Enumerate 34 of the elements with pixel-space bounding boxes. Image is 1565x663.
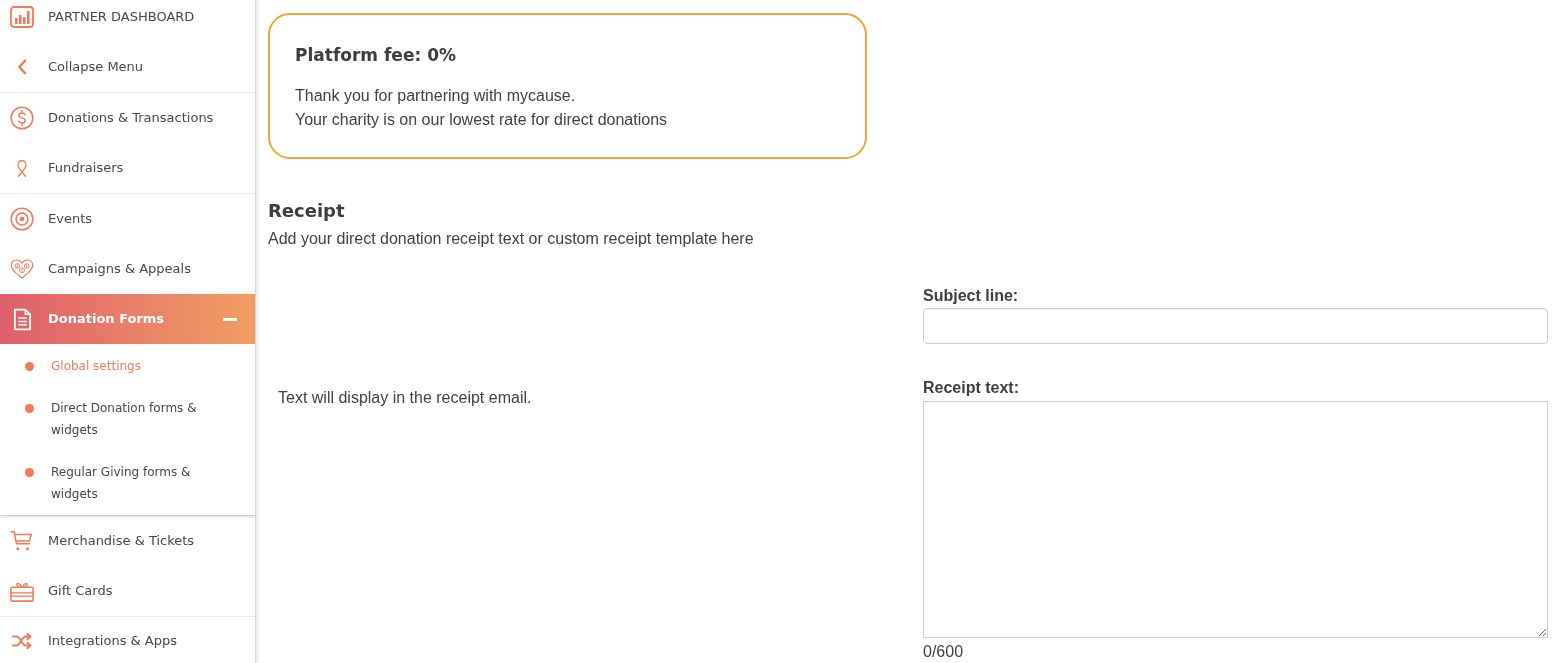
- chevron-left-icon: [17, 59, 27, 75]
- submenu-item[interactable]: Direct Donation forms & widgets: [0, 387, 255, 451]
- receipt-textarea[interactable]: [923, 401, 1548, 638]
- dollar-circle-icon: [10, 106, 34, 130]
- sidebar-item[interactable]: PARTNER DASHBOARD: [0, 0, 255, 42]
- section-description: Add your direct donation receipt text or custom receipt template here: [268, 229, 755, 249]
- section-heading: Receipt: [268, 200, 346, 222]
- subject-input[interactable]: [923, 308, 1548, 344]
- sidebar-item[interactable]: Gift Cards: [0, 566, 255, 616]
- ribbon-icon: [15, 158, 29, 178]
- target-icon: [10, 207, 34, 231]
- sidebar-item[interactable]: Fundraisers: [0, 143, 255, 193]
- cart-icon: [10, 529, 34, 553]
- fee-text: Thank you for partnering with mycause.: [295, 86, 577, 106]
- sidebar-item[interactable]: Integrations & Apps: [0, 617, 255, 663]
- bullet-dot-icon: [25, 361, 34, 371]
- heart-icon: [10, 257, 34, 281]
- sidebar-item[interactable]: Donations & Transactions: [0, 93, 255, 143]
- sidebar-item[interactable]: Collapse Menu: [0, 42, 255, 92]
- sidebar-item[interactable]: Events: [0, 194, 255, 244]
- fee-title: Platform fee: 0%: [295, 45, 457, 65]
- field-label: Receipt text:: [923, 378, 1021, 397]
- fee-text: Your charity is on our lowest rate for direct donations: [295, 110, 669, 130]
- submenu-item[interactable]: Regular Giving forms & widgets: [0, 451, 255, 515]
- sidebar-item[interactable]: Merchandise & Tickets: [0, 516, 255, 566]
- bullet-dot-icon: [25, 467, 34, 477]
- character-counter: 0/600: [923, 642, 965, 661]
- document-icon: [12, 307, 32, 331]
- bullet-dot-icon: [25, 403, 34, 413]
- bar-chart-icon: [10, 6, 34, 28]
- shuffle-icon: [11, 631, 33, 650]
- field-label: Subject line:: [923, 286, 1020, 305]
- help-text: Text will display in the receipt email.: [278, 388, 533, 407]
- sidebar-item[interactable]: Campaigns & Appeals: [0, 244, 255, 294]
